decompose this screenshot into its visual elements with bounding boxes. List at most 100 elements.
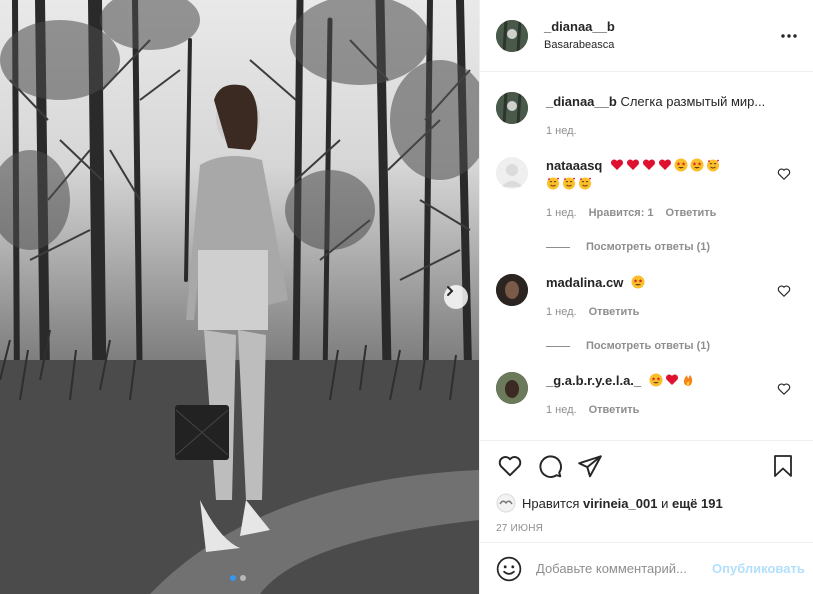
comment-likes[interactable]: Нравится: 1 bbox=[589, 207, 654, 219]
caption-text: Слегка размытый мир... bbox=[620, 94, 766, 109]
reply-button[interactable]: Ответить bbox=[589, 306, 640, 318]
avatar-image bbox=[496, 274, 528, 306]
chevron-right-icon bbox=[447, 286, 454, 296]
view-replies-button[interactable]: Посмотреть ответы (1) bbox=[546, 340, 797, 352]
red-heart-icon bbox=[665, 374, 678, 385]
red-heart-icon bbox=[642, 159, 656, 170]
avatar-image bbox=[496, 372, 528, 404]
reply-button[interactable]: Ответить bbox=[666, 207, 717, 219]
comment-avatar[interactable] bbox=[496, 274, 528, 306]
caption-meta: 1 нед. bbox=[546, 125, 797, 137]
star-eyes-icon bbox=[674, 158, 688, 172]
view-replies-label: Посмотреть ответы (1) bbox=[586, 340, 711, 352]
post-panel: _dianaa__b Basarabeasca _dianaa__b Слегк… bbox=[479, 0, 813, 594]
share-button[interactable] bbox=[576, 452, 604, 480]
comment-input[interactable] bbox=[536, 561, 712, 576]
liker-username[interactable]: virineia_001 bbox=[583, 496, 657, 511]
post-header: _dianaa__b Basarabeasca bbox=[480, 0, 813, 72]
red-heart-icon bbox=[610, 159, 624, 170]
view-replies-label: Посмотреть ответы (1) bbox=[586, 241, 711, 253]
comment-username[interactable]: nataaasq bbox=[546, 158, 602, 173]
publish-button[interactable]: Опубликовать bbox=[712, 561, 805, 576]
post-view: _dianaa__b Basarabeasca _dianaa__b Слегк… bbox=[0, 0, 813, 594]
heart-icon bbox=[498, 456, 522, 477]
like-comment-heart-icon[interactable] bbox=[777, 382, 791, 396]
comment-emojis bbox=[610, 158, 722, 173]
caption-avatar[interactable] bbox=[496, 92, 528, 124]
carousel-dots bbox=[230, 575, 246, 581]
comment-bubble-icon bbox=[539, 455, 562, 478]
comment-line: nataaasq bbox=[546, 157, 797, 175]
caption-username[interactable]: _dianaa__b bbox=[546, 94, 617, 109]
more-options-button[interactable] bbox=[779, 26, 799, 46]
comment-line: madalina.cw bbox=[546, 274, 797, 292]
like-button[interactable] bbox=[496, 452, 524, 480]
comment-button[interactable] bbox=[536, 452, 564, 480]
view-replies-button[interactable]: Посмотреть ответы (1) bbox=[546, 241, 797, 253]
comment-meta: 1 нед. Ответить bbox=[546, 404, 797, 416]
like-comment-heart-icon[interactable] bbox=[777, 167, 791, 181]
post-photo[interactable] bbox=[0, 0, 479, 594]
liker-avatar[interactable] bbox=[496, 493, 516, 513]
smiling-hearts-icon bbox=[707, 159, 719, 172]
smiling-hearts-icon bbox=[547, 177, 559, 190]
smiling-hearts-icon bbox=[563, 177, 575, 190]
comment-item: madalina.cw 1 нед. Ответить Посмотреть о… bbox=[496, 274, 797, 352]
comment-composer: Опубликовать bbox=[480, 542, 813, 594]
comment-time[interactable]: 1 нед. bbox=[546, 404, 577, 416]
caption-time[interactable]: 1 нед. bbox=[546, 125, 577, 137]
likes-prefix: Нравится bbox=[522, 495, 580, 511]
comment-username[interactable]: _g.a.b.r.y.e.l.a._ bbox=[546, 373, 641, 388]
paper-plane-icon bbox=[578, 455, 602, 478]
likes-summary: Нравится virineia_001 и ещё 191 bbox=[496, 493, 797, 513]
star-eyes-icon bbox=[690, 158, 704, 172]
author-info: _dianaa__b Basarabeasca bbox=[544, 19, 615, 53]
author-avatar[interactable] bbox=[496, 19, 528, 52]
next-slide-button[interactable] bbox=[444, 285, 468, 309]
comment-item: _g.a.b.r.y.e.l.a._ 1 нед. Ответить bbox=[496, 372, 797, 416]
comment-username[interactable]: madalina.cw bbox=[546, 275, 623, 290]
red-heart-icon bbox=[626, 159, 640, 170]
star-eyes-icon bbox=[649, 373, 663, 387]
comment-item: nataaasq 1 нед. Нравится: 1 Ответить Пос… bbox=[496, 157, 797, 253]
carousel-dot bbox=[240, 575, 246, 581]
emoji-picker-icon[interactable] bbox=[496, 556, 522, 582]
comment-meta: 1 нед. Ответить bbox=[546, 306, 797, 318]
bookmark-icon bbox=[774, 455, 792, 477]
ellipsis-icon bbox=[781, 34, 797, 38]
fire-icon bbox=[683, 375, 693, 386]
comment-line: _g.a.b.r.y.e.l.a._ bbox=[546, 372, 797, 390]
post-location[interactable]: Basarabeasca bbox=[544, 37, 615, 53]
avatar-image bbox=[496, 92, 528, 124]
comment-body: _g.a.b.r.y.e.l.a._ 1 нед. Ответить bbox=[546, 372, 797, 416]
carousel-dot-active bbox=[230, 575, 236, 581]
replies-divider bbox=[546, 345, 570, 347]
comment-line-2 bbox=[546, 175, 797, 193]
comment-avatar[interactable] bbox=[496, 372, 528, 404]
comments-list[interactable]: _dianaa__b Слегка размытый мир... 1 нед. bbox=[480, 72, 813, 440]
action-icons bbox=[496, 441, 797, 491]
post-date[interactable]: 27 ИЮНЯ bbox=[496, 523, 797, 534]
post-actions: Нравится virineia_001 и ещё 191 27 ИЮНЯ … bbox=[480, 440, 813, 594]
caption-body: _dianaa__b Слегка размытый мир... 1 нед. bbox=[546, 92, 797, 137]
comment-time[interactable]: 1 нед. bbox=[546, 306, 577, 318]
photo-illustration bbox=[0, 0, 479, 594]
replies-divider bbox=[546, 246, 570, 248]
like-comment-heart-icon[interactable] bbox=[777, 284, 791, 298]
default-avatar-image bbox=[496, 157, 528, 189]
red-heart-icon bbox=[658, 159, 672, 170]
caption: _dianaa__b Слегка размытый мир... 1 нед. bbox=[496, 92, 797, 137]
comment-avatar[interactable] bbox=[496, 157, 528, 189]
likes-joiner: и bbox=[661, 495, 669, 511]
comment-time[interactable]: 1 нед. bbox=[546, 207, 577, 219]
caption-line: _dianaa__b Слегка размытый мир... bbox=[546, 93, 797, 111]
save-button[interactable] bbox=[769, 452, 797, 480]
avatar-image bbox=[496, 19, 528, 52]
author-username[interactable]: _dianaa__b bbox=[544, 19, 615, 35]
comment-meta: 1 нед. Нравится: 1 Ответить bbox=[546, 207, 797, 219]
comment-body: madalina.cw 1 нед. Ответить Посмотреть о… bbox=[546, 274, 797, 352]
smiling-hearts-icon bbox=[579, 177, 591, 190]
star-eyes-icon bbox=[631, 275, 645, 289]
reply-button[interactable]: Ответить bbox=[589, 404, 640, 416]
likes-others-link[interactable]: ещё 191 bbox=[672, 496, 723, 511]
